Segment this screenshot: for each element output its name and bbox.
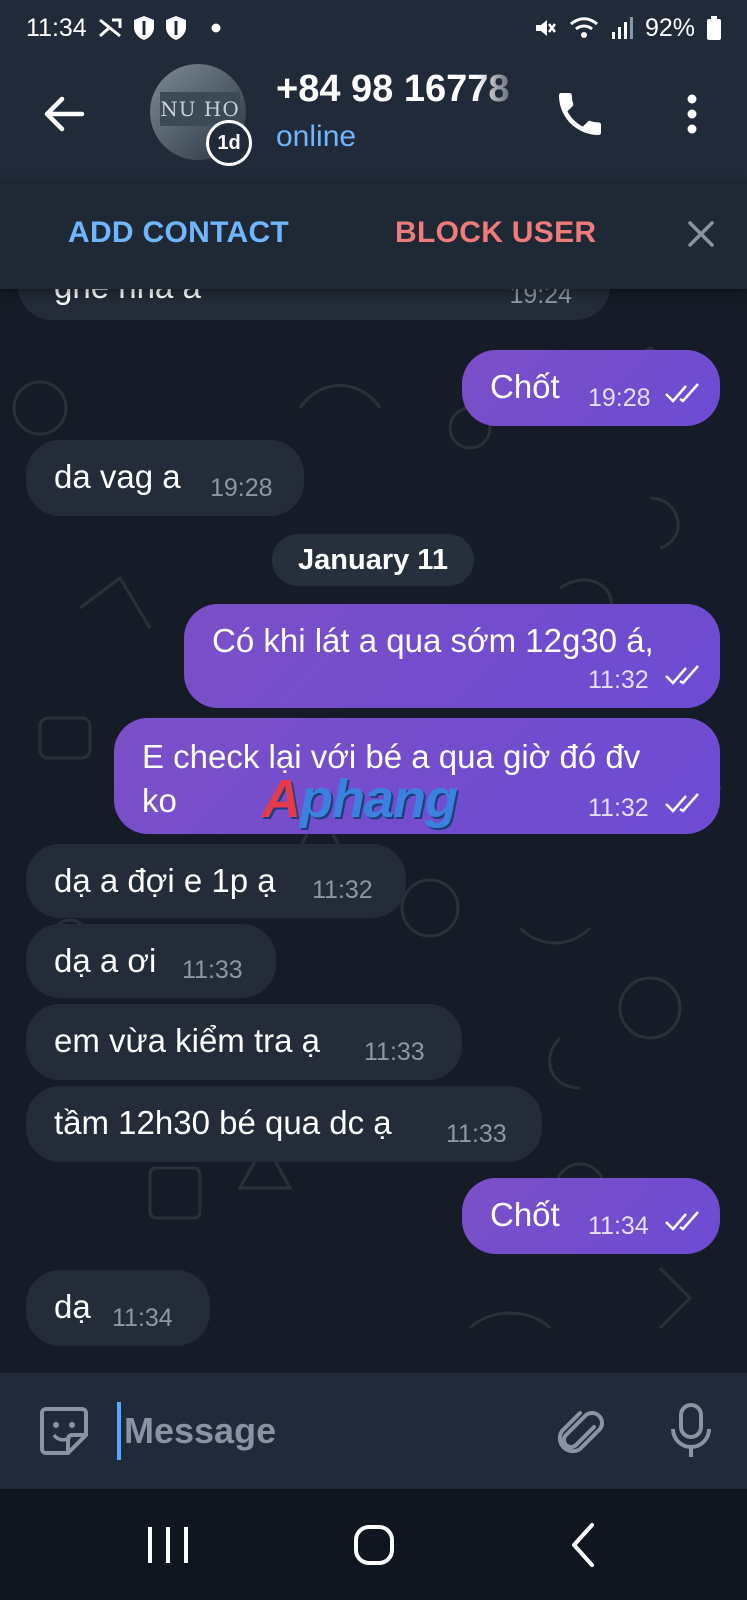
battery-percent: 92% (644, 13, 695, 42)
system-navigation-bar (0, 1489, 747, 1600)
message-bubble-outgoing[interactable]: Có khi lát a qua sớm 12g30 á, 11:32 (184, 604, 720, 708)
message-text: gne nna a (54, 288, 201, 306)
message-time: 11:32 (588, 794, 649, 822)
message-text: dạ a ơi (54, 942, 157, 979)
message-time: 11:33 (364, 1038, 425, 1066)
message-bubble-outgoing[interactable]: Chốt 19:28 (462, 350, 720, 426)
message-text: dạ a đợi e 1p ạ (54, 862, 276, 899)
shield-icon (165, 15, 187, 41)
paperclip-icon[interactable] (552, 1403, 608, 1459)
message-text-line-2: ko (142, 782, 177, 819)
home-icon[interactable] (344, 1515, 404, 1575)
story-badge[interactable]: 1d (206, 120, 252, 166)
more-options-icon[interactable] (670, 86, 714, 142)
message-bubble-incoming[interactable]: em vừa kiểm tra ạ 11:33 (26, 1004, 462, 1080)
message-time: 11:34 (588, 1212, 649, 1240)
contact-action-bar: ADD CONTACT BLOCK USER (0, 182, 747, 289)
message-text: Chốt (490, 368, 560, 405)
contact-status: online (276, 120, 357, 153)
recent-apps-icon[interactable] (138, 1515, 198, 1575)
wifi-icon (569, 16, 599, 40)
close-icon[interactable] (682, 215, 720, 253)
back-arrow-icon[interactable] (36, 86, 92, 142)
shield-icon (133, 15, 155, 41)
read-ticks-icon (665, 665, 699, 685)
signal-icon (611, 16, 633, 40)
message-time: 11:32 (588, 666, 649, 694)
status-time: 11:34 (26, 13, 87, 42)
message-composer (0, 1373, 747, 1489)
watermark-logo: Aphang (262, 769, 458, 829)
sticker-emoji-icon[interactable] (36, 1403, 92, 1459)
add-contact-button[interactable]: ADD CONTACT (68, 216, 289, 250)
status-bar: 11:34 92% (0, 0, 747, 56)
message-bubble-incoming[interactable]: da vag a 19:28 (26, 440, 304, 516)
message-bubble-incoming[interactable]: dạ a ơi 11:33 (26, 924, 276, 998)
message-bubble-incoming[interactable]: dạ 11:34 (26, 1270, 210, 1346)
phone-call-icon[interactable] (552, 86, 608, 142)
telegram-chat-screen: 11:34 92% NU HO 1d +84 98 16778 online A… (0, 0, 747, 1600)
message-bubble-incoming[interactable]: gne nna a 19:24 (18, 288, 610, 320)
message-text: tầm 12h30 bé qua dc ạ (54, 1104, 392, 1141)
message-text: dạ (54, 1288, 91, 1325)
dot-icon (211, 23, 221, 33)
microphone-icon[interactable] (666, 1401, 716, 1461)
message-text: Chốt (490, 1196, 560, 1233)
read-ticks-icon (665, 793, 699, 813)
text-cursor (117, 1402, 121, 1460)
message-time: 11:32 (312, 876, 373, 904)
block-user-button[interactable]: BLOCK USER (395, 216, 596, 250)
read-ticks-icon (665, 1211, 699, 1231)
message-input[interactable] (124, 1401, 504, 1461)
message-bubble-outgoing[interactable]: Chốt 11:34 (462, 1178, 720, 1254)
message-time: 11:34 (112, 1304, 173, 1332)
message-time: 19:28 (588, 384, 651, 412)
chat-header: NU HO 1d +84 98 16778 online (0, 56, 747, 182)
date-separator: January 11 (272, 534, 474, 586)
missed-call-icon (97, 15, 123, 41)
message-time: 19:28 (210, 474, 273, 502)
message-time: 19:24 (509, 288, 572, 309)
message-text: em vừa kiểm tra ạ (54, 1022, 320, 1059)
back-icon[interactable] (554, 1515, 614, 1575)
message-bubble-incoming[interactable]: tầm 12h30 bé qua dc ạ 11:33 (26, 1086, 542, 1162)
battery-icon (707, 16, 721, 40)
read-ticks-icon (665, 383, 699, 403)
message-time: 11:33 (446, 1120, 507, 1148)
message-text: da vag a (54, 458, 181, 495)
mute-icon (533, 16, 557, 40)
message-bubble-incoming[interactable]: dạ a đợi e 1p ạ 11:32 (26, 844, 406, 918)
message-text: Có khi lát a qua sớm 12g30 á, (212, 622, 654, 659)
message-time: 11:33 (182, 956, 243, 984)
contact-name[interactable]: +84 98 16778 (276, 68, 526, 111)
message-list[interactable]: gne nna a 19:24 Chốt 19:28 da vag a 19:2… (0, 288, 747, 1373)
